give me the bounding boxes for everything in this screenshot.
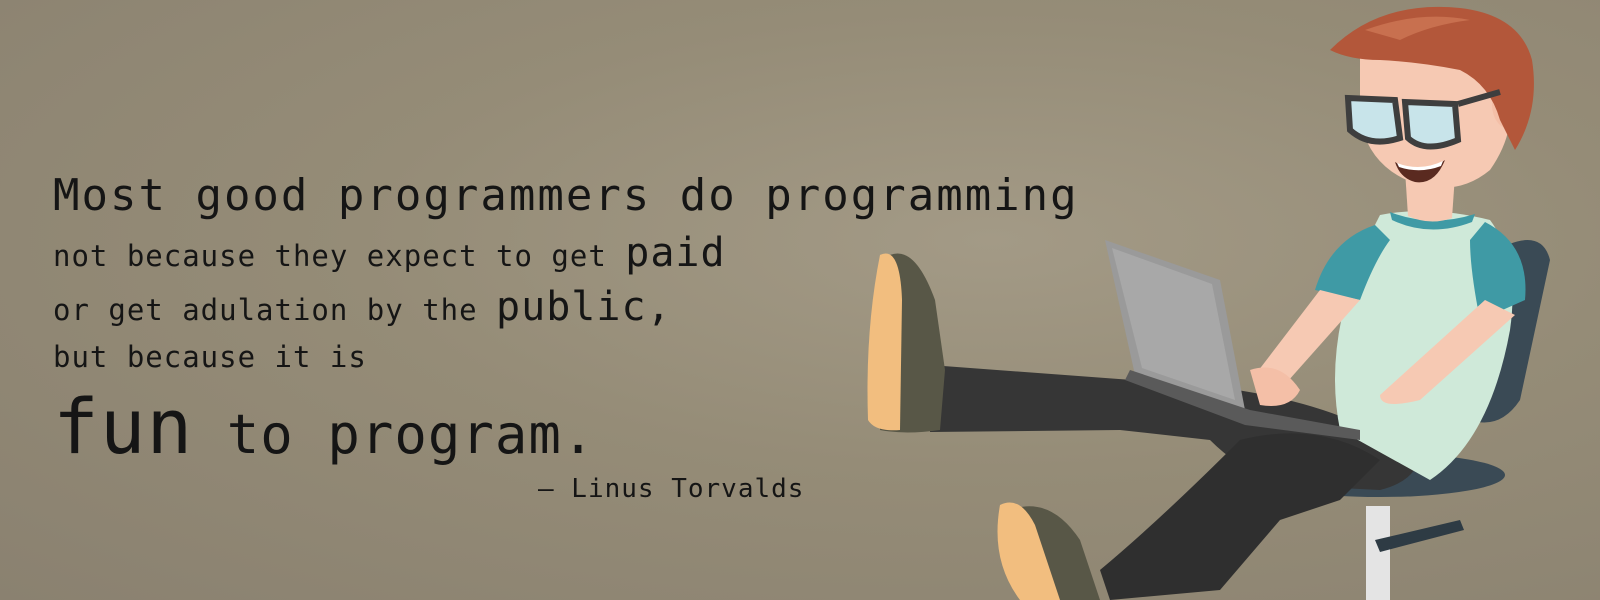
quote-line-5-text: to program. <box>193 403 596 466</box>
quote-line-2-text: not because they expect to get <box>53 239 626 273</box>
quote-line-2: not because they expect to get paid <box>53 230 726 276</box>
shoe-icon <box>997 502 1100 600</box>
quote-word-paid: paid <box>625 230 726 276</box>
lower-leg <box>1100 433 1380 600</box>
quote-line-3: or get adulation by the public, <box>53 284 672 330</box>
quote-line-4: but because it is <box>53 340 367 374</box>
quote-word-fun: fun <box>53 382 194 471</box>
quote-author: – Linus Torvalds <box>538 474 805 504</box>
quote-line-3-text: or get adulation by the <box>53 293 497 327</box>
programmer-illustration <box>867 6 1550 600</box>
shoe-icon <box>867 253 945 433</box>
quote-line-5: fun to program. <box>53 382 595 471</box>
quote-word-public: public, <box>496 284 672 330</box>
